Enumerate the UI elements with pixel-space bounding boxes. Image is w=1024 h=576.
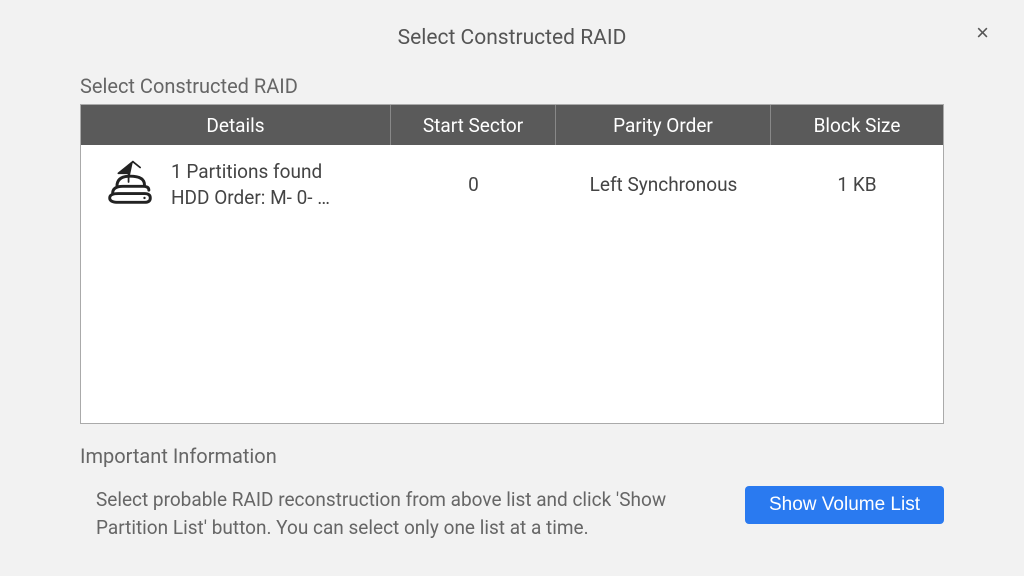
col-header-details[interactable]: Details [81, 105, 391, 145]
info-row: Select probable RAID reconstruction from… [80, 486, 944, 541]
dialog-titlebar: Select Constructed RAID × [80, 20, 944, 56]
raid-table: Details Start Sector Parity Order Block … [80, 104, 944, 424]
cell-details: 1 Partitions found HDD Order: M- 0- … [81, 145, 391, 224]
important-info-section: Important Information Select probable RA… [80, 444, 944, 541]
section-label: Select Constructed RAID [80, 74, 944, 98]
close-icon: × [976, 20, 989, 45]
cell-parity-order: Left Synchronous [556, 165, 771, 204]
show-volume-list-button[interactable]: Show Volume List [745, 486, 944, 524]
col-header-block-size[interactable]: Block Size [771, 105, 943, 145]
table-header: Details Start Sector Parity Order Block … [81, 105, 943, 145]
close-button[interactable]: × [976, 22, 989, 44]
cell-start-sector: 0 [391, 165, 556, 204]
table-row[interactable]: 1 Partitions found HDD Order: M- 0- … 0 … [81, 145, 943, 224]
important-info-heading: Important Information [80, 444, 944, 468]
table-body: 1 Partitions found HDD Order: M- 0- … 0 … [81, 145, 943, 423]
raid-drive-icon [101, 153, 159, 216]
important-info-text: Select probable RAID reconstruction from… [96, 486, 716, 541]
col-header-start-sector[interactable]: Start Sector [391, 105, 556, 145]
dialog-title: Select Constructed RAID [398, 26, 627, 50]
select-raid-dialog: Select Constructed RAID × Select Constru… [0, 0, 1024, 576]
cell-block-size: 1 KB [771, 165, 943, 204]
hdd-order-label: HDD Order: M- 0- … [171, 185, 330, 211]
details-text: 1 Partitions found HDD Order: M- 0- … [171, 159, 330, 210]
partitions-found-label: 1 Partitions found [171, 159, 330, 185]
col-header-parity-order[interactable]: Parity Order [556, 105, 771, 145]
